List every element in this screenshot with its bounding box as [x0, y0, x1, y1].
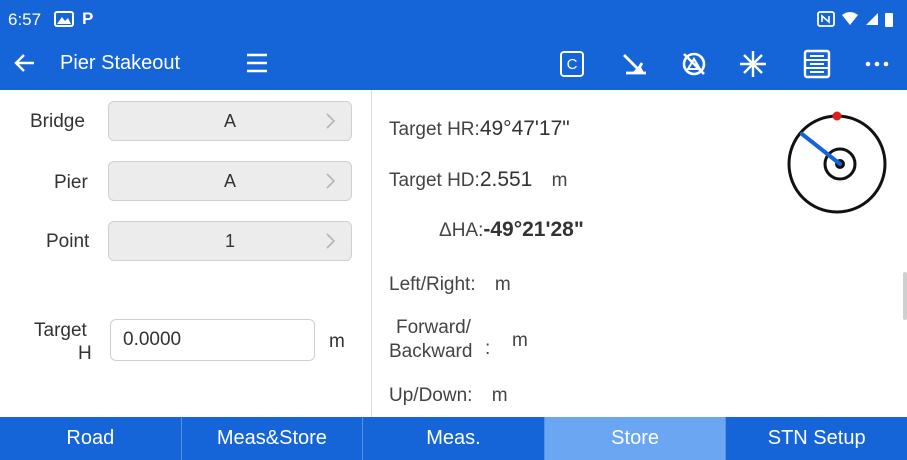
no-prism-icon[interactable] [678, 48, 710, 80]
scroll-handle[interactable] [903, 272, 907, 320]
up-down-label: Up/Down: [389, 385, 473, 406]
wifi-icon [841, 12, 859, 31]
prism-tool-icon[interactable] [617, 48, 649, 80]
point-selector[interactable]: 1 [108, 221, 352, 261]
target-hr-value: 49°47'17" [479, 117, 570, 140]
more-options-icon[interactable] [861, 48, 893, 80]
target-hd-row: Target HD:2.551 m [389, 168, 567, 192]
bridge-label: Bridge [30, 111, 85, 132]
bridge-value: A [223, 110, 236, 131]
chevron-right-icon [325, 171, 337, 191]
target-hr-label: Target HR: [389, 119, 480, 140]
target-h-label-line1: Target [34, 320, 87, 341]
delta-ha-value: -49°21'28" [483, 218, 584, 241]
pier-label: Pier [54, 172, 88, 193]
delta-ha-label: ΔHA: [439, 220, 484, 241]
delta-ha-row: ΔHA:-49°21'28" [439, 218, 584, 242]
left-right-label: Left/Right: [389, 274, 476, 295]
back-arrow-icon[interactable] [12, 50, 38, 76]
battery-icon [885, 12, 893, 32]
bridge-selector[interactable]: A [108, 101, 352, 141]
compass-icon [787, 111, 887, 214]
up-down-row: Up/Down: m [389, 385, 508, 407]
chevron-right-icon [325, 231, 337, 251]
forward-label-line2: Backward [389, 341, 473, 362]
target-h-value: 0.0000 [123, 329, 182, 350]
c-button[interactable]: C [556, 48, 588, 80]
page-title: Pier Stakeout [60, 52, 181, 74]
target-h-input[interactable]: 0.0000 [110, 319, 315, 361]
forward-label-line1: Forward/ [396, 317, 471, 338]
point-label: Point [46, 231, 90, 252]
stn-setup-button[interactable]: STN Setup [726, 417, 907, 460]
bottom-nav: Road Meas&Store Meas. Store STN Setup [0, 417, 907, 460]
status-time: 6:57 [8, 10, 42, 29]
forward-colon: : [485, 338, 491, 359]
left-right-row: Left/Right: m [389, 274, 511, 296]
meas-store-button[interactable]: Meas&Store [182, 417, 364, 460]
pier-selector[interactable]: A [108, 161, 352, 201]
panel-divider [371, 90, 372, 417]
c-button-label: C [560, 51, 584, 77]
up-down-unit: m [491, 385, 508, 406]
status-right-icons [817, 11, 893, 32]
storage-list-icon[interactable] [801, 48, 833, 80]
target-h-label-line2: H [78, 343, 92, 364]
meas-button[interactable]: Meas. [363, 417, 545, 460]
store-button[interactable]: Store [544, 417, 727, 460]
point-value: 1 [224, 230, 235, 251]
target-h-unit: m [329, 331, 345, 352]
parking-notification-icon: P [82, 9, 94, 28]
gallery-notification-icon [54, 11, 74, 32]
target-hd-value: 2.551 [479, 168, 533, 191]
pier-value: A [223, 170, 236, 191]
hamburger-menu-icon[interactable] [245, 52, 269, 74]
forward-unit: m [512, 330, 528, 351]
nfc-icon [817, 11, 835, 32]
laser-icon[interactable] [737, 48, 769, 80]
left-right-unit: m [494, 274, 511, 295]
chevron-right-icon [325, 111, 337, 131]
signal-icon [865, 12, 879, 31]
status-bar: 6:57 P [0, 0, 907, 38]
road-button[interactable]: Road [0, 417, 182, 460]
target-hd-unit: m [551, 170, 568, 191]
target-hd-label: Target HD: [389, 170, 480, 191]
app-bar: Pier Stakeout C [0, 38, 907, 90]
target-hr-row: Target HR:49°47'17" [389, 117, 570, 141]
